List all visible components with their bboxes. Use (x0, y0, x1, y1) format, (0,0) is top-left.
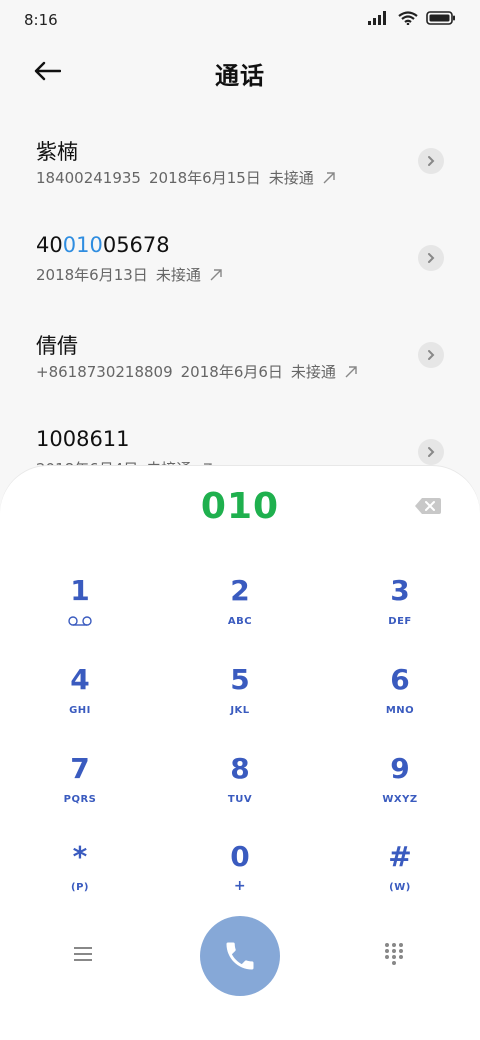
dial-key-star[interactable]: * (P) (30, 838, 130, 918)
key-digit: 7 (70, 752, 90, 785)
key-digit: * (72, 840, 88, 873)
key-digit: # (388, 840, 412, 873)
voicemail-icon (30, 616, 130, 629)
battery-icon (426, 11, 455, 25)
chevron-right-icon (428, 447, 435, 457)
wifi-icon (398, 11, 418, 25)
dialpad-grid-icon (385, 943, 403, 965)
call-date: 2018年6月15日 (148, 169, 261, 187)
number-match-highlight: 010 (62, 233, 103, 257)
contact-name: 紫楠 (36, 140, 78, 164)
details-button[interactable] (418, 439, 444, 465)
call-status: 未接通 (290, 363, 336, 381)
call-detail: 18400241935 2018年6月15日 未接通 (36, 167, 336, 188)
key-letters: WXYZ (382, 794, 418, 805)
key-digit: 1 (70, 574, 90, 607)
outgoing-call-icon (323, 171, 335, 183)
key-digit: 6 (390, 663, 410, 696)
call-date: 2018年6月13日 (36, 266, 148, 284)
phone-number: 18400241935 (36, 168, 141, 187)
details-button[interactable] (418, 342, 444, 368)
dialpad-actions (0, 916, 480, 996)
key-digit: 8 (230, 752, 250, 785)
dialed-number[interactable]: 010 (0, 486, 480, 527)
dial-key-9[interactable]: 9 WXYZ (350, 750, 450, 830)
details-button[interactable] (418, 148, 444, 174)
contact-number: 1008611 (36, 427, 130, 451)
dial-key-6[interactable]: 6 MNO (350, 661, 450, 741)
call-status: 未接通 (268, 169, 314, 187)
key-letters: (W) (389, 882, 411, 893)
call-log-item[interactable]: 紫楠 18400241935 2018年6月15日 未接通 (0, 112, 480, 209)
key-letters: (P) (71, 882, 89, 893)
key-letters: PQRS (63, 794, 97, 805)
key-letters: GHI (69, 705, 91, 716)
key-letters: TUV (227, 794, 253, 805)
chevron-right-icon (428, 350, 435, 360)
menu-button[interactable] (72, 944, 98, 964)
contact-number: 4001005678 (36, 233, 170, 257)
status-bar: 8:16 (0, 0, 480, 40)
menu-icon (74, 947, 92, 961)
key-letters: JKL (230, 705, 250, 716)
call-log-list: 紫楠 18400241935 2018年6月15日 未接通 4001005678… (0, 112, 480, 500)
top-bar: 通话 (0, 44, 480, 100)
key-digit: 4 (70, 663, 90, 696)
key-letters: DEF (388, 616, 412, 627)
key-digit: 3 (390, 574, 410, 607)
phone-number: +8618730218809 (36, 362, 173, 381)
page-title: 通话 (215, 62, 265, 90)
status-icons (368, 11, 456, 25)
call-status: 未接通 (155, 266, 201, 284)
dial-key-hash[interactable]: # (W) (350, 838, 450, 918)
key-digit: 0 (230, 840, 250, 873)
call-log-item[interactable]: 倩倩 +8618730218809 2018年6月6日 未接通 (0, 306, 480, 403)
outgoing-call-icon (345, 365, 357, 377)
details-button[interactable] (418, 245, 444, 271)
call-log-item[interactable]: 4001005678 2018年6月13日 未接通 (0, 209, 480, 306)
backspace-button[interactable] (414, 496, 442, 516)
dial-key-0[interactable]: 0 + (190, 838, 290, 918)
dial-key-7[interactable]: 7 PQRS (30, 750, 130, 830)
chevron-right-icon (428, 156, 435, 166)
key-letters: ABC (227, 616, 253, 627)
call-date: 2018年6月6日 (180, 363, 283, 381)
signal-icon (368, 11, 386, 25)
toggle-dialpad-button[interactable] (384, 942, 404, 966)
phone-icon (226, 942, 254, 970)
key-digit: 2 (230, 574, 250, 607)
dial-key-3[interactable]: 3 DEF (350, 572, 450, 652)
dial-key-2[interactable]: 2 ABC (190, 572, 290, 652)
key-digit: 9 (390, 752, 410, 785)
number-part: 40 (36, 233, 63, 257)
dial-key-5[interactable]: 5 JKL (190, 661, 290, 741)
status-time: 8:16 (24, 11, 58, 29)
call-button[interactable] (200, 916, 280, 996)
contact-name: 倩倩 (36, 334, 78, 358)
key-digit: 5 (230, 663, 250, 696)
dial-key-4[interactable]: 4 GHI (30, 661, 130, 741)
number-part: 05678 (102, 233, 170, 257)
dial-key-8[interactable]: 8 TUV (190, 750, 290, 830)
call-detail: +8618730218809 2018年6月6日 未接通 (36, 361, 358, 382)
outgoing-call-icon (210, 268, 222, 280)
key-letters: MNO (385, 705, 415, 716)
chevron-right-icon (428, 253, 435, 263)
key-letters: + (233, 878, 247, 894)
backspace-icon (415, 498, 441, 514)
dial-key-1[interactable]: 1 (30, 572, 130, 652)
call-detail: 2018年6月13日 未接通 (36, 264, 223, 285)
